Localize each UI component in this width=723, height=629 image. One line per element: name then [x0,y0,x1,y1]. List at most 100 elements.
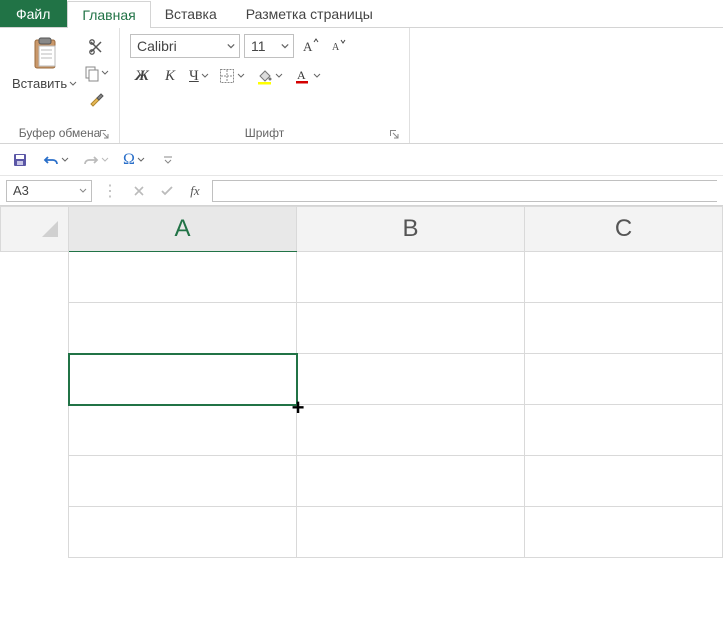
chevron-down-icon [313,72,321,80]
ribbon-tabs: Файл Главная Вставка Разметка страницы [0,0,723,28]
cell-a2[interactable] [69,303,297,354]
tab-file[interactable]: Файл [0,0,67,27]
cut-button[interactable] [85,36,107,58]
bold-button[interactable]: Ж [130,64,154,88]
cell-a3[interactable] [69,354,297,405]
cell-a6[interactable] [69,507,297,558]
save-icon [12,152,28,168]
check-icon [160,185,174,197]
bucket-icon [255,67,273,85]
undo-button[interactable] [40,148,72,172]
insert-function-button[interactable]: fx [184,181,206,201]
increase-font-icon: A [301,37,319,55]
tab-insert[interactable]: Вставка [151,0,232,27]
redo-icon [83,152,99,168]
group-clipboard: Вставить [0,28,120,143]
chevron-down-icon [79,187,87,195]
cell-b1[interactable] [297,252,525,303]
formula-input[interactable] [212,180,717,202]
undo-icon [43,152,59,168]
copy-button[interactable] [85,62,107,84]
chevron-down-icon [69,80,77,88]
italic-button[interactable]: К [158,64,182,88]
clipboard-icon [25,34,65,74]
cell-c5[interactable] [525,456,723,507]
cell-c6[interactable] [525,507,723,558]
cancel-formula-button[interactable] [128,181,150,201]
name-box-value: A3 [13,183,29,198]
font-name-combo[interactable]: Calibri [130,34,240,58]
fx-label: fx [190,183,199,199]
cell-a5[interactable] [69,456,297,507]
borders-icon [219,68,235,84]
cell-b6[interactable] [297,507,525,558]
fill-color-button[interactable] [252,64,286,88]
font-color-icon: A [293,67,311,85]
col-header-c[interactable]: C [525,207,723,252]
svg-text:A: A [303,39,313,54]
omega-icon: Ω [123,151,135,169]
formula-bar: A3 ⋮ fx [0,176,723,206]
cell-a1[interactable] [69,252,297,303]
increase-font-button[interactable]: A [298,34,322,58]
underline-label: Ч [189,68,199,85]
enter-formula-button[interactable] [156,181,178,201]
cell-b4[interactable] [297,405,525,456]
font-size-value: 11 [251,38,266,54]
cell-c1[interactable] [525,252,723,303]
qat-customize-button[interactable] [156,148,180,172]
copy-icon [83,64,101,82]
close-icon [133,185,145,197]
paintbrush-icon [87,90,105,108]
symbol-button[interactable]: Ω [120,148,148,172]
group-font: Calibri 11 A A [120,28,410,143]
cell-b3[interactable] [297,354,525,405]
select-all-corner[interactable] [1,207,69,252]
chevron-down-icon [61,156,69,164]
cell-c3[interactable] [525,354,723,405]
chevron-down-icon [101,69,109,77]
group-font-label: Шрифт [245,126,284,140]
chevron-down-icon [237,72,245,80]
format-painter-button[interactable] [85,88,107,110]
font-dialog-launcher[interactable] [387,127,401,141]
font-size-combo[interactable]: 11 [244,34,294,58]
svg-text:A: A [332,42,340,53]
clipboard-dialog-launcher[interactable] [97,127,111,141]
cell-a4[interactable] [69,405,297,456]
borders-button[interactable] [216,64,248,88]
ribbon: Вставить [0,28,723,144]
chevron-down-icon [281,42,289,50]
underline-button[interactable]: Ч [186,64,212,88]
paste-label: Вставить [12,76,67,91]
quick-access-toolbar: Ω [0,144,723,176]
italic-label: К [165,68,175,85]
chevron-down-icon [137,156,145,164]
bold-label: Ж [135,68,149,85]
chevron-down-icon [275,72,283,80]
spreadsheet-grid: A B C + [0,206,723,558]
cell-b2[interactable] [297,303,525,354]
col-header-b[interactable]: B [297,207,525,252]
font-color-button[interactable]: A [290,64,324,88]
paste-button[interactable]: Вставить [6,32,83,124]
chevron-down-icon [201,72,209,80]
cell-c4[interactable] [525,405,723,456]
redo-button[interactable] [80,148,112,172]
group-clipboard-label: Буфер обмена [19,126,101,140]
decrease-font-icon: A [329,37,347,55]
decrease-font-button[interactable]: A [326,34,350,58]
font-name-value: Calibri [137,38,177,54]
scissors-icon [87,38,105,56]
customize-icon [162,154,174,166]
save-button[interactable] [8,148,32,172]
col-header-a[interactable]: A [69,207,297,252]
name-box[interactable]: A3 [6,180,92,202]
chevron-down-icon [101,156,109,164]
cell-c2[interactable] [525,303,723,354]
tab-home[interactable]: Главная [67,1,150,28]
chevron-down-icon [227,42,235,50]
svg-text:A: A [297,68,306,82]
cell-b5[interactable] [297,456,525,507]
tab-page-layout[interactable]: Разметка страницы [232,0,388,27]
